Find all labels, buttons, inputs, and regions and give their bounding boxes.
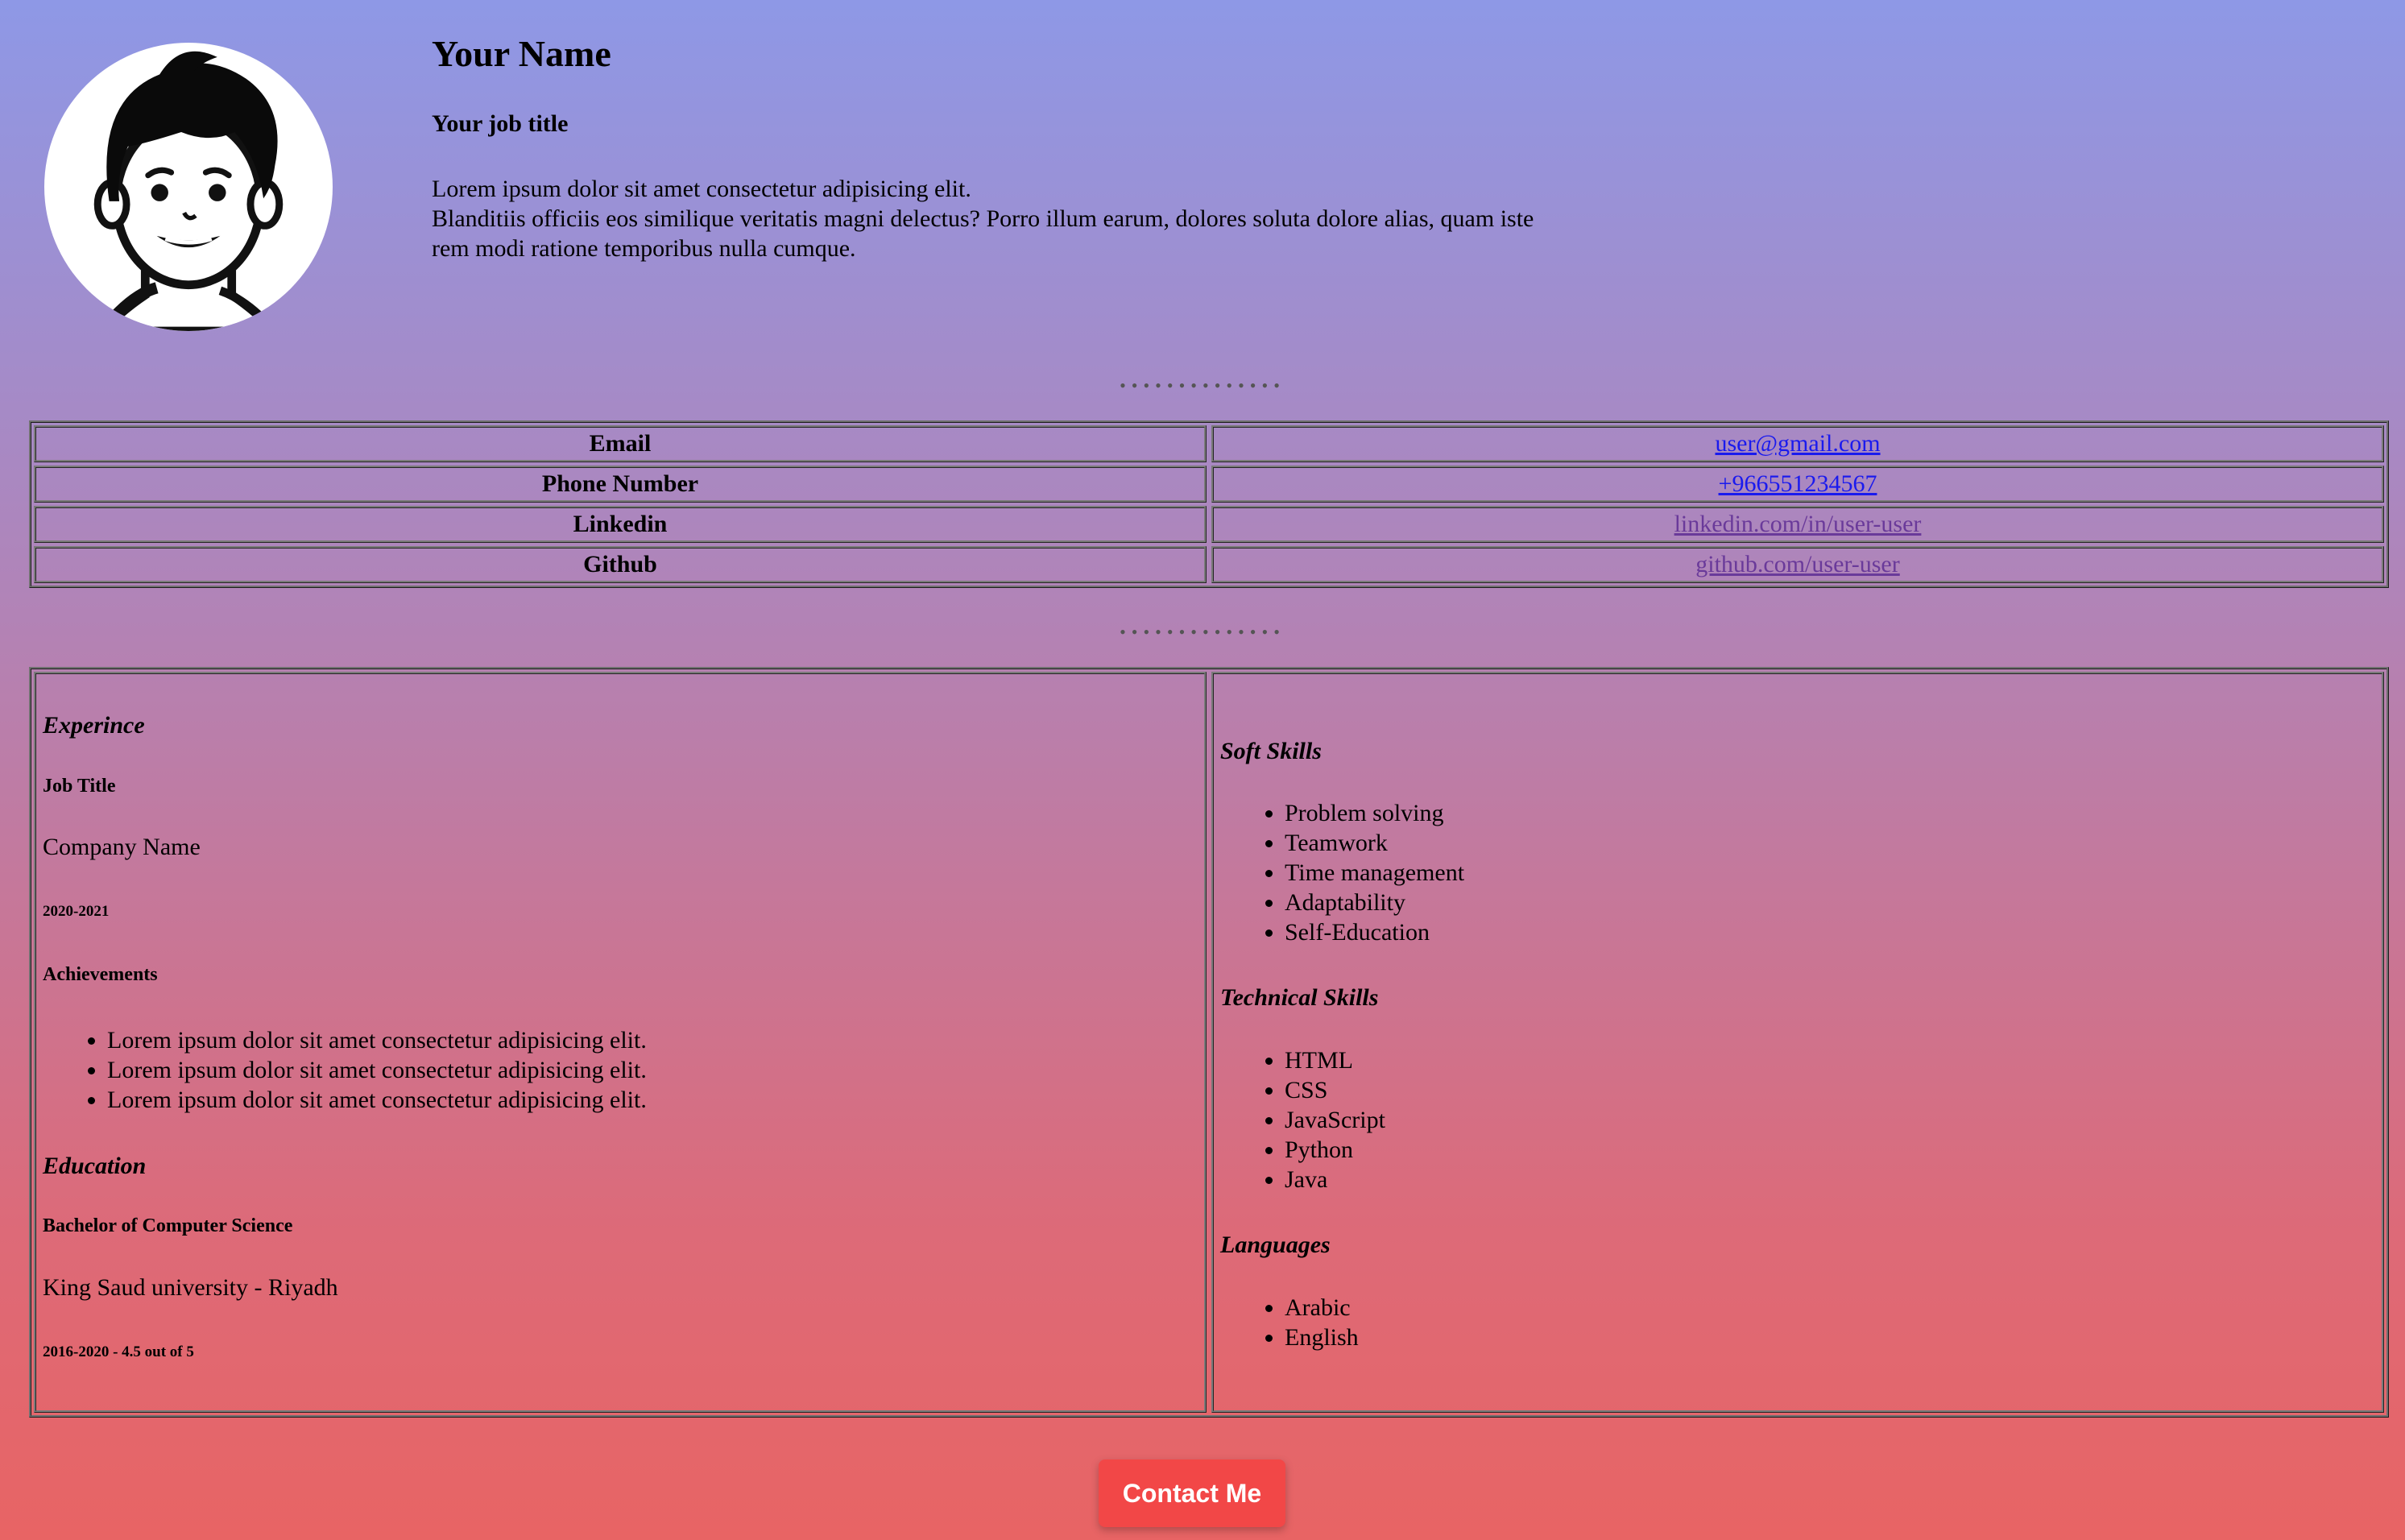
- list-item: Lorem ipsum dolor sit amet consectetur a…: [107, 1025, 647, 1055]
- experience-years: 2020-2021: [43, 903, 110, 920]
- experience-education-column: Experince Job Title Company Name 2020-20…: [34, 672, 1207, 1413]
- contact-row-linkedin: Linkedin linkedin.com/in/user-user: [34, 506, 2384, 543]
- list-item: HTML: [1285, 1045, 1385, 1075]
- contact-label: Linkedin: [34, 506, 1207, 543]
- education-details: 2016-2020 - 4.5 out of 5: [43, 1343, 194, 1360]
- languages-heading: Languages: [1220, 1232, 1331, 1258]
- bio-line: Blanditiis officiis eos similique verita…: [432, 205, 1534, 232]
- linkedin-link[interactable]: linkedin.com/in/user-user: [1674, 511, 1922, 537]
- list-item: Problem solving: [1285, 798, 1464, 828]
- achievements-list: Lorem ipsum dolor sit amet consectetur a…: [43, 1025, 647, 1115]
- contact-label: Github: [34, 546, 1207, 583]
- contact-row-email: Email user@gmail.com: [34, 425, 2384, 462]
- list-item: Java: [1285, 1165, 1385, 1194]
- intro: Your Name Your job title Lorem ipsum dol…: [432, 31, 1624, 262]
- list-item: Lorem ipsum dolor sit amet consectetur a…: [107, 1055, 647, 1085]
- email-link[interactable]: user@gmail.com: [1715, 430, 1880, 457]
- bio-line: Lorem ipsum dolor sit amet consectetur a…: [432, 176, 971, 202]
- job-title: Job Title: [43, 776, 116, 797]
- languages-list: Arabic English: [1220, 1293, 1359, 1352]
- list-item: Python: [1285, 1135, 1385, 1165]
- contact-table: Email user@gmail.com Phone Number +96655…: [29, 420, 2389, 588]
- company-name: Company Name: [43, 834, 201, 860]
- dotted-separator: ••••••••••••••: [1120, 622, 1285, 642]
- profile-name: Your Name: [432, 33, 611, 74]
- profile-bio: Lorem ipsum dolor sit amet consectetur a…: [432, 174, 1624, 263]
- phone-link[interactable]: +966551234567: [1719, 470, 1877, 497]
- education-heading: Education: [43, 1153, 147, 1179]
- list-item: Time management: [1285, 858, 1464, 888]
- list-item: Self-Education: [1285, 917, 1464, 947]
- list-item: Lorem ipsum dolor sit amet consectetur a…: [107, 1085, 647, 1115]
- contact-row-phone: Phone Number +966551234567: [34, 466, 2384, 503]
- profile-job-title: Your job title: [432, 110, 569, 137]
- skills-column: Soft Skills Problem solving Teamwork Tim…: [1211, 672, 2384, 1413]
- list-item: Arabic: [1285, 1293, 1359, 1323]
- dotted-separator: ••••••••••••••: [1120, 375, 1285, 395]
- contact-label: Email: [34, 425, 1207, 462]
- resume-main-table: Experince Job Title Company Name 2020-20…: [29, 667, 2389, 1418]
- github-link[interactable]: github.com/user-user: [1695, 551, 1900, 578]
- profile-header: Your Name Your job title Lorem ipsum dol…: [0, 0, 2405, 346]
- bio-line: rem modi ratione temporibus nulla cumque…: [432, 235, 856, 262]
- list-item: JavaScript: [1285, 1105, 1385, 1135]
- soft-skills-list: Problem solving Teamwork Time management…: [1220, 798, 1464, 947]
- contact-value: user@gmail.com: [1211, 425, 2384, 462]
- school-name: King Saud university - Riyadh: [43, 1274, 338, 1301]
- contact-value: github.com/user-user: [1211, 546, 2384, 583]
- list-item: CSS: [1285, 1075, 1385, 1105]
- contact-label: Phone Number: [34, 466, 1207, 503]
- experience-heading: Experince: [43, 712, 145, 739]
- list-item: English: [1285, 1323, 1359, 1352]
- technical-skills-heading: Technical Skills: [1220, 984, 1379, 1011]
- achievements-heading: Achievements: [43, 964, 158, 985]
- technical-skills-list: HTML CSS JavaScript Python Java: [1220, 1045, 1385, 1194]
- contact-value: +966551234567: [1211, 466, 2384, 503]
- contact-me-button[interactable]: Contact Me: [1099, 1459, 1285, 1527]
- list-item: Adaptability: [1285, 888, 1464, 917]
- cartoon-person-avatar-icon: [93, 51, 284, 331]
- avatar: [44, 43, 333, 331]
- list-item: Teamwork: [1285, 828, 1464, 858]
- soft-skills-heading: Soft Skills: [1220, 738, 1322, 764]
- degree: Bachelor of Computer Science: [43, 1215, 293, 1236]
- contact-value: linkedin.com/in/user-user: [1211, 506, 2384, 543]
- contact-row-github: Github github.com/user-user: [34, 546, 2384, 583]
